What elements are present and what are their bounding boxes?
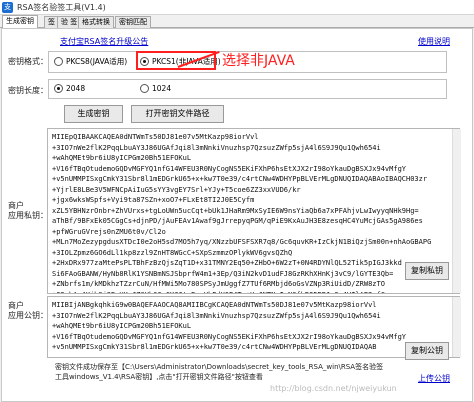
radio-1024-label: 1024 — [152, 84, 172, 93]
public-key-scrollbar[interactable] — [452, 297, 461, 357]
tab-format-convert[interactable]: 格式转换 — [78, 16, 114, 28]
radio-1024[interactable]: 1024 — [140, 84, 171, 93]
annotation-text: 选择非JAVA — [222, 53, 295, 69]
window-title: RSA签名验签工具(V1.4) — [17, 3, 106, 12]
key-length-label: 密钥长度： — [8, 86, 48, 95]
radio-2048[interactable]: 2048 — [54, 84, 85, 93]
tab-key-match[interactable]: 密钥匹配 — [115, 16, 151, 28]
copy-public-key-button[interactable]: 复制公钥 — [405, 342, 449, 360]
generate-key-button[interactable]: 生成密钥 — [64, 105, 123, 123]
radio-2048-label: 2048 — [66, 84, 86, 93]
private-key-label-line2: 应用私钥： — [8, 211, 48, 220]
upgrade-notice-link[interactable]: 支付宝RSA签名升级公告 — [60, 36, 148, 47]
public-key-textarea[interactable]: MIIBIjANBgkqhkiG9w0BAQEFAAOCAQ8AMIIBCgKC… — [47, 296, 460, 358]
radio-pkcs8[interactable]: PKCS8(JAVA适用) — [54, 56, 127, 67]
radio-pkcs8-dot — [54, 57, 63, 66]
radio-pkcs8-label: PKCS8(JAVA适用) — [66, 57, 128, 66]
private-key-textarea[interactable]: MIIEpQIBAAKCAQEA0dNTWmTs50DJ81e07v5MtKaz… — [47, 128, 460, 294]
title-bar: 支 RSA签名验签工具(V1.4) — [0, 0, 474, 15]
private-key-scrollbar[interactable] — [452, 129, 461, 293]
annotation-highlight-box — [136, 51, 216, 70]
key-length-group — [48, 79, 447, 99]
radio-1024-dot — [140, 84, 149, 93]
radio-2048-dot — [54, 84, 63, 93]
status-message: 密钥文件成功保存至【C:\Users\Administrator\Downloa… — [55, 363, 384, 381]
public-key-label-line2: 应用公钥： — [8, 311, 48, 320]
open-key-path-button[interactable]: 打开密钥文件路径 — [131, 105, 224, 123]
alipay-icon: 支 — [2, 2, 13, 13]
tab-bar: 生成密钥 签 验 签 格式转换 密钥匹配 — [0, 15, 474, 28]
help-link[interactable]: 使用说明 — [418, 36, 450, 47]
key-format-label: 密钥格式： — [8, 57, 48, 66]
copy-private-key-button[interactable]: 复制私钥 — [405, 262, 449, 280]
watermark: http://blog.csdn.net/njweiyukun — [270, 384, 397, 393]
upload-public-key-link[interactable]: 上传公钥 — [418, 373, 450, 384]
tab-generate-key[interactable]: 生成密钥 — [2, 15, 38, 28]
